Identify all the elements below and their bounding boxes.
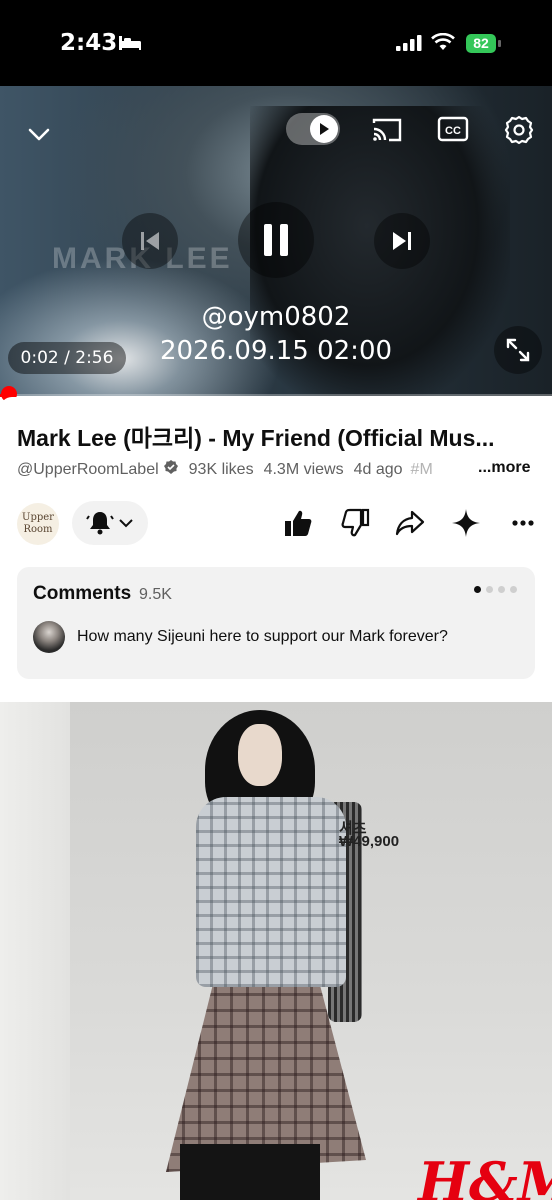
battery-cap xyxy=(498,40,501,47)
bell-icon xyxy=(86,512,114,535)
sleep-focus-icon xyxy=(118,34,142,57)
page-dot xyxy=(486,586,493,593)
video-info-panel: Mark Lee (마크리) - My Friend (Official Mus… xyxy=(0,397,552,702)
svg-text:CC: CC xyxy=(445,125,461,137)
skip-previous-icon xyxy=(141,232,159,250)
avatar-text-line2: Room xyxy=(23,524,53,535)
chevron-down-icon xyxy=(119,519,133,528)
settings-gear-icon[interactable] xyxy=(502,113,536,147)
page-dot xyxy=(474,586,481,593)
like-count: 93K likes xyxy=(188,460,254,478)
status-time: 2:43 xyxy=(60,30,118,56)
subscription-bell-button[interactable] xyxy=(72,501,148,545)
video-player[interactable]: MARK LEE CC @oym0802 2026.09.15 02:00 0:… xyxy=(0,86,552,396)
comments-page-dots xyxy=(474,586,517,593)
autoplay-play-icon xyxy=(310,115,338,143)
play-pause-button[interactable] xyxy=(238,202,314,278)
commenter-avatar xyxy=(33,621,65,653)
upload-age: 4d ago xyxy=(353,460,403,478)
sparkle-icon xyxy=(452,509,480,537)
more-link[interactable]: ...more xyxy=(474,459,531,477)
ad-model-boots xyxy=(180,1144,320,1200)
more-icon xyxy=(512,520,534,526)
ad-price: ₩49,900 xyxy=(339,833,400,850)
avatar-text-line1: Upper xyxy=(22,512,54,523)
cast-icon[interactable] xyxy=(370,114,404,146)
pause-icon xyxy=(264,224,288,256)
ad-model-shirt xyxy=(196,797,346,987)
share-icon xyxy=(395,510,425,536)
page-dot xyxy=(510,586,517,593)
top-comment-text: How many Sijeuni here to support our Mar… xyxy=(77,628,448,645)
fullscreen-button[interactable] xyxy=(494,326,542,374)
skip-next-icon xyxy=(393,232,411,250)
expand-icon xyxy=(506,338,530,362)
time-display: 0:02 / 2:56 xyxy=(8,342,126,374)
dislike-button[interactable] xyxy=(338,505,374,541)
view-count: 4.3M views xyxy=(263,460,344,478)
comments-card[interactable]: Comments 9.5K How many Sijeuni here to s… xyxy=(17,567,535,679)
verified-icon xyxy=(163,459,179,480)
page-dot xyxy=(498,586,505,593)
video-title[interactable]: Mark Lee (마크리) - My Friend (Official Mus… xyxy=(17,419,537,453)
like-button[interactable] xyxy=(280,505,316,541)
cellular-signal-icon xyxy=(396,35,422,56)
comments-count: 9.5K xyxy=(139,586,172,603)
comments-header: Comments xyxy=(33,583,132,604)
more-actions-button[interactable] xyxy=(505,505,541,541)
ad-background-left xyxy=(0,702,70,1200)
battery-indicator: 82 xyxy=(466,34,496,53)
next-button[interactable] xyxy=(374,213,430,269)
share-button[interactable] xyxy=(392,505,428,541)
previous-button[interactable] xyxy=(122,213,178,269)
dislike-icon xyxy=(341,508,370,537)
minimize-chevron-icon[interactable] xyxy=(24,120,54,150)
status-bar: 2:43 82 xyxy=(0,0,552,86)
ask-ai-button[interactable] xyxy=(448,505,484,541)
autoplay-toggle[interactable] xyxy=(286,113,340,145)
captions-icon[interactable]: CC xyxy=(437,115,469,143)
ad-brand-logo: H&M xyxy=(418,1150,552,1200)
hashtag-preview: #M xyxy=(410,460,433,478)
overlay-handle: @oym0802 xyxy=(201,302,351,332)
ad-banner[interactable]: 셔츠 ₩49,900 H&M xyxy=(0,702,552,1200)
video-metadata[interactable]: @UpperRoomLabel 93K likes 4.3M views 4d … xyxy=(17,459,531,480)
channel-handle[interactable]: @UpperRoomLabel xyxy=(17,461,159,479)
wifi-icon xyxy=(431,32,455,56)
like-icon xyxy=(285,510,312,536)
channel-avatar[interactable]: Upper Room xyxy=(17,503,59,545)
ad-model-face xyxy=(238,724,282,786)
